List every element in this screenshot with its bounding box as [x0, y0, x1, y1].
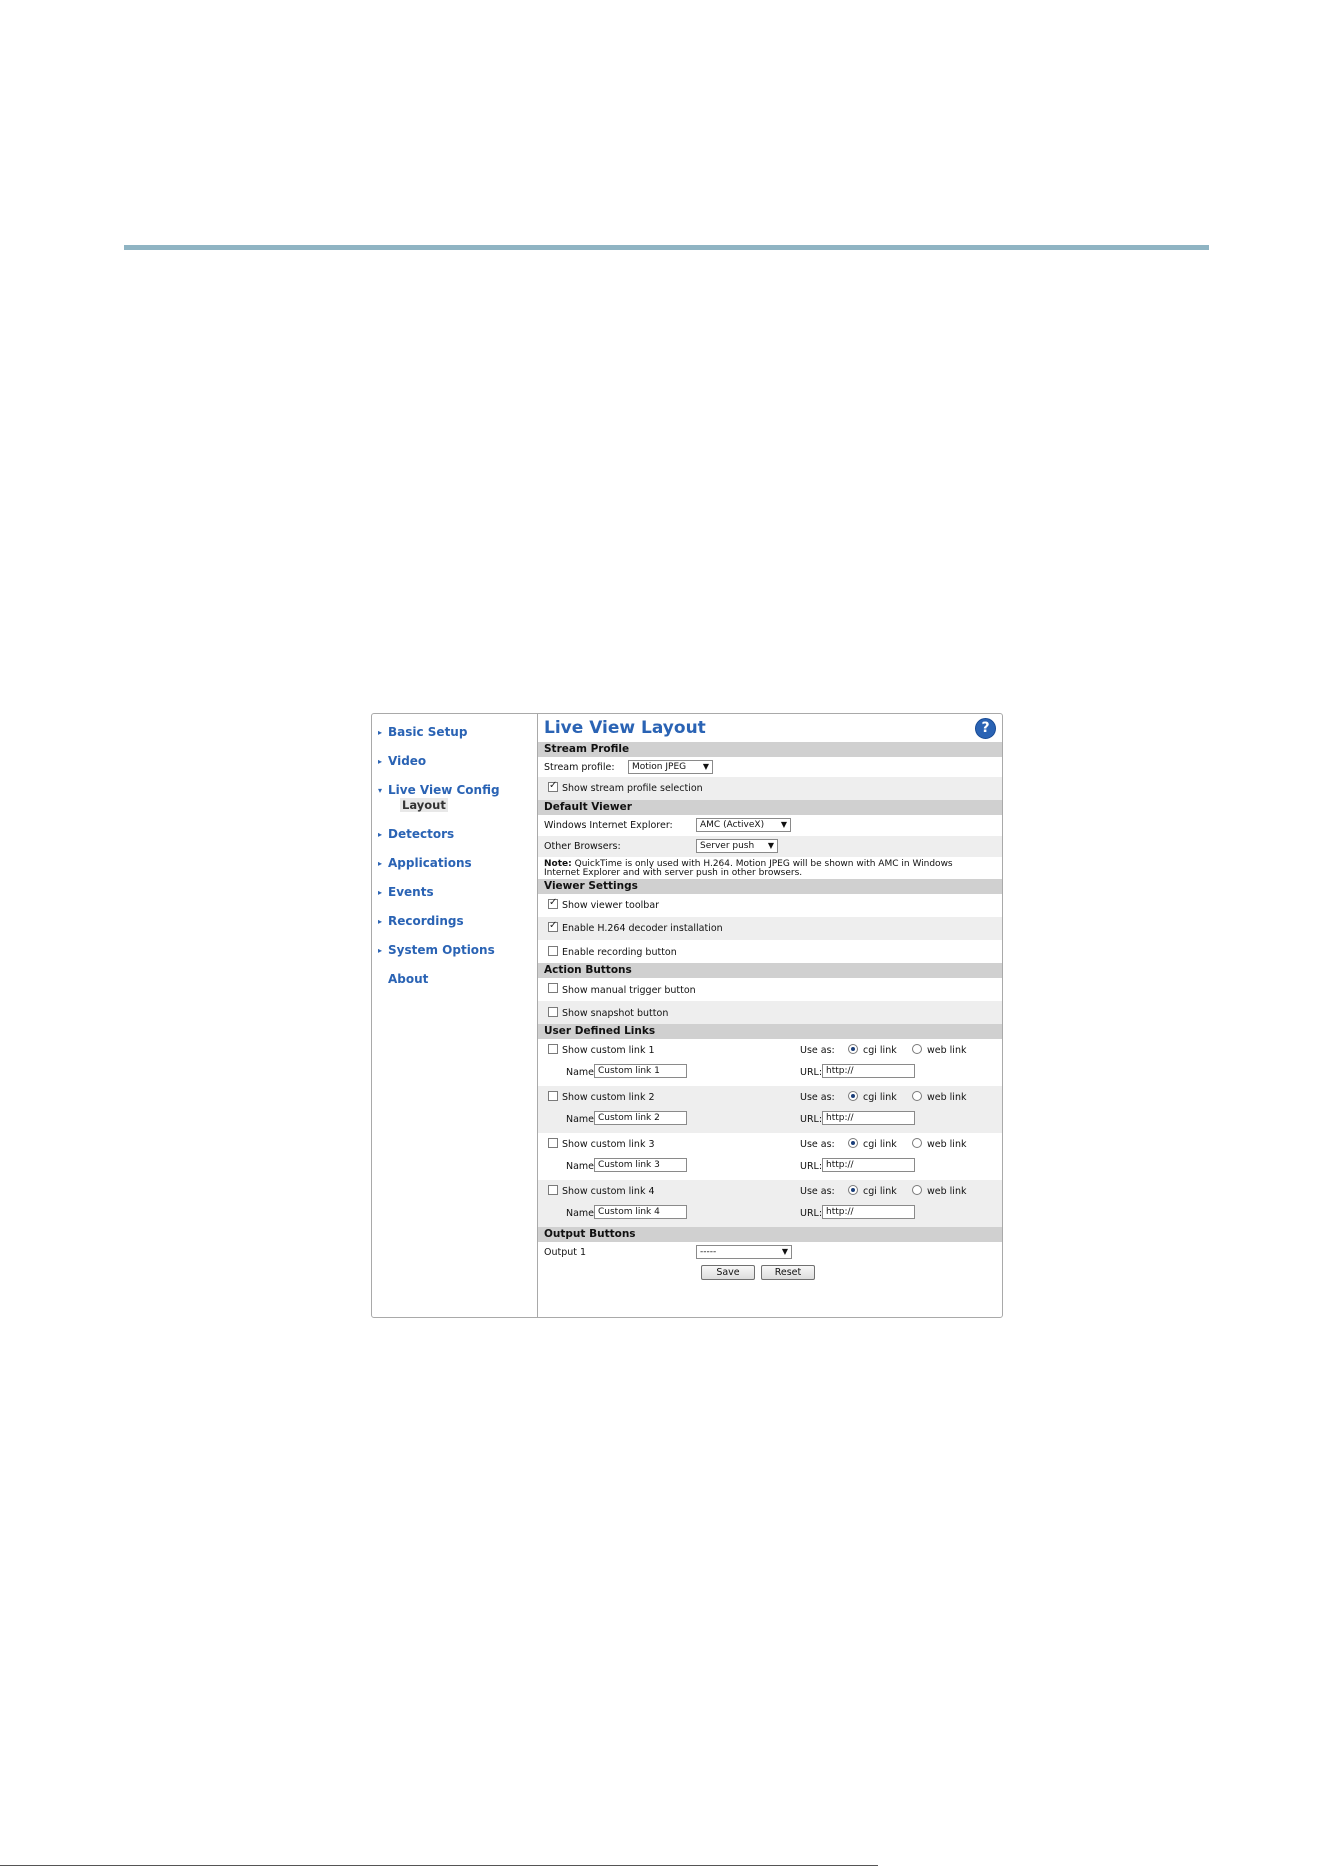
custom-link-checkbox[interactable] — [548, 1044, 558, 1054]
chevron-right-icon: ▸ — [378, 757, 383, 766]
footer-rule — [0, 1865, 878, 1866]
dropdown-arrow-icon: ▼ — [781, 1247, 788, 1256]
custom-link-1: Show custom link 1 Use as: cgi link web … — [538, 1039, 1002, 1086]
help-icon[interactable]: ? — [975, 718, 996, 739]
nav-item-applications[interactable]: ▸ Applications — [378, 856, 472, 870]
section-header-action-buttons: Action Buttons — [538, 963, 1002, 978]
chevron-right-icon: ▸ — [378, 830, 383, 839]
section-header-user-links: User Defined Links — [538, 1024, 1002, 1039]
settings-window: ▸ Basic Setup ▸ Video ▾ Live View Config La… — [371, 713, 1003, 1318]
custom-link-checkbox[interactable] — [548, 1091, 558, 1101]
section-header-default-viewer: Default Viewer — [538, 800, 1002, 815]
output-1-select[interactable]: ----- ▼ — [696, 1245, 792, 1259]
ie-viewer-row: Windows Internet Explorer: AMC (ActiveX)… — [538, 815, 1002, 836]
nav-subitem-layout[interactable]: Layout — [400, 798, 448, 812]
nav-item-video[interactable]: ▸ Video — [378, 754, 426, 768]
section-header-viewer-settings: Viewer Settings — [538, 879, 1002, 894]
nav-item-events[interactable]: ▸ Events — [378, 885, 434, 899]
other-browsers-row: Other Browsers: Server push ▼ — [538, 836, 1002, 857]
nav-item-basic-setup[interactable]: ▸ Basic Setup — [378, 725, 467, 739]
web-link-radio[interactable] — [912, 1044, 922, 1054]
custom-link-2: Show custom link 2 Use as: cgi link web … — [538, 1086, 1002, 1133]
viewer-toolbar-row: Show viewer toolbar — [538, 894, 1002, 917]
section-header-stream-profile: Stream Profile — [538, 742, 1002, 757]
ie-viewer-label: Windows Internet Explorer: — [544, 820, 673, 831]
viewer-toolbar-checkbox[interactable] — [548, 897, 558, 909]
custom-link-url-input[interactable]: http:// — [822, 1111, 915, 1125]
show-stream-selection-row: Show stream profile selection — [538, 777, 1002, 800]
custom-link-checkbox[interactable] — [548, 1138, 558, 1148]
custom-link-name-input[interactable]: Custom link 4 — [594, 1205, 687, 1219]
dropdown-arrow-icon: ▼ — [767, 841, 774, 850]
ie-viewer-select[interactable]: AMC (ActiveX) ▼ — [696, 818, 791, 832]
custom-link-url-input[interactable]: http:// — [822, 1064, 915, 1078]
show-stream-selection-label: Show stream profile selection — [562, 783, 703, 794]
stream-profile-row: Stream profile: Motion JPEG ▼ — [538, 757, 1002, 777]
sidebar-nav: ▸ Basic Setup ▸ Video ▾ Live View Config La… — [372, 714, 538, 1317]
snapshot-row: Show snapshot button — [538, 1001, 1002, 1024]
web-link-radio[interactable] — [912, 1138, 922, 1148]
custom-link-checkbox[interactable] — [548, 1185, 558, 1195]
custom-link-name-input[interactable]: Custom link 1 — [594, 1064, 687, 1078]
web-link-radio[interactable] — [912, 1185, 922, 1195]
stream-profile-label: Stream profile: — [544, 762, 615, 773]
other-browsers-label: Other Browsers: — [544, 841, 621, 852]
chevron-down-icon: ▾ — [378, 786, 383, 795]
nav-item-system-options[interactable]: ▸ System Options — [378, 943, 495, 957]
chevron-right-icon: ▸ — [378, 859, 383, 868]
recording-button-row: Enable recording button — [538, 940, 1002, 963]
reset-button[interactable]: Reset — [761, 1265, 815, 1280]
nav-item-live-view-config[interactable]: ▾ Live View Config — [378, 783, 500, 797]
stream-profile-select[interactable]: Motion JPEG ▼ — [628, 760, 713, 774]
page-title: Live View Layout — [544, 718, 706, 738]
cgi-link-radio[interactable] — [848, 1091, 858, 1101]
custom-link-url-input[interactable]: http:// — [822, 1205, 915, 1219]
h264-decoder-checkbox[interactable] — [548, 920, 558, 932]
h264-decoder-row: Enable H.264 decoder installation — [538, 917, 1002, 940]
header-rule — [124, 245, 1209, 250]
show-stream-selection-checkbox[interactable] — [548, 780, 558, 792]
manual-trigger-checkbox[interactable] — [548, 983, 558, 993]
chevron-right-icon: ▸ — [378, 888, 383, 897]
output-1-label: Output 1 — [544, 1247, 587, 1258]
custom-link-name-input[interactable]: Custom link 2 — [594, 1111, 687, 1125]
nav-item-about[interactable]: About — [378, 972, 428, 986]
chevron-right-icon: ▸ — [378, 728, 383, 737]
output-1-row: Output 1 ----- ▼ — [538, 1242, 1002, 1262]
custom-link-4: Show custom link 4 Use as: cgi link web … — [538, 1180, 1002, 1227]
section-header-output-buttons: Output Buttons — [538, 1227, 1002, 1242]
chevron-right-icon: ▸ — [378, 917, 383, 926]
web-link-radio[interactable] — [912, 1091, 922, 1101]
dropdown-arrow-icon: ▼ — [702, 762, 709, 771]
nav-item-detectors[interactable]: ▸ Detectors — [378, 827, 454, 841]
recording-button-checkbox[interactable] — [548, 946, 558, 956]
dropdown-arrow-icon: ▼ — [780, 820, 787, 829]
other-browsers-select[interactable]: Server push ▼ — [696, 839, 778, 853]
cgi-link-radio[interactable] — [848, 1138, 858, 1148]
nav-item-recordings[interactable]: ▸ Recordings — [378, 914, 464, 928]
chevron-right-icon: ▸ — [378, 946, 383, 955]
cgi-link-radio[interactable] — [848, 1185, 858, 1195]
manual-trigger-row: Show manual trigger button — [538, 978, 1002, 1001]
cgi-link-radio[interactable] — [848, 1044, 858, 1054]
custom-link-url-input[interactable]: http:// — [822, 1158, 915, 1172]
main-panel: Live View Layout ? Stream Profile Stream… — [538, 714, 1002, 1317]
viewer-note: Note: QuickTime is only used with H.264.… — [544, 859, 953, 878]
custom-link-name-input[interactable]: Custom link 3 — [594, 1158, 687, 1172]
snapshot-checkbox[interactable] — [548, 1007, 558, 1017]
custom-link-3: Show custom link 3 Use as: cgi link web … — [538, 1133, 1002, 1180]
save-button[interactable]: Save — [701, 1265, 755, 1280]
